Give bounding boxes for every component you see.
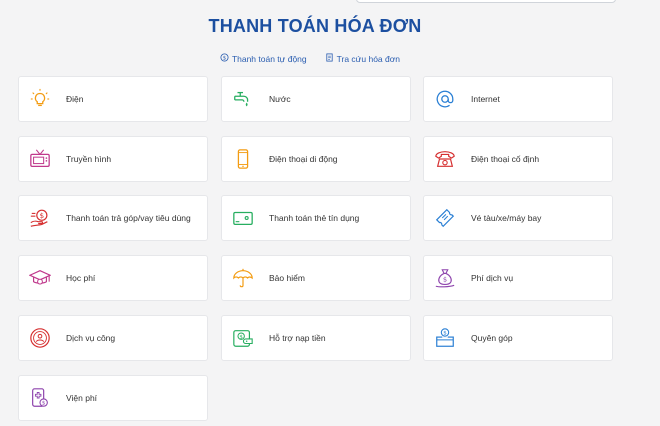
service-television[interactable]: Truyền hình <box>18 136 208 182</box>
service-label: Nước <box>269 94 291 104</box>
service-public-service[interactable]: Dịch vụ công <box>18 315 208 361</box>
service-label: Điện thoại di động <box>269 154 338 164</box>
service-label: Hỗ trợ nạp tiền <box>269 333 326 343</box>
service-label: Điện <box>66 94 84 104</box>
search-input[interactable] <box>356 0 616 3</box>
mobile-phone-icon <box>231 147 255 171</box>
money-bag-icon: $ <box>433 266 457 290</box>
ticket-icon <box>433 206 457 230</box>
auto-payment-label: Thanh toán tự động <box>231 53 307 64</box>
svg-text:$: $ <box>239 334 243 340</box>
credit-card-icon <box>231 206 255 230</box>
service-insurance[interactable]: Bảo hiểm <box>221 255 411 301</box>
service-mobile-phone[interactable]: Điện thoại di động <box>221 136 411 182</box>
service-hospital-fee[interactable]: $ Viện phí <box>18 375 208 421</box>
hospital-bill-icon: $ <box>28 386 52 410</box>
donation-box-icon: $ <box>433 326 457 350</box>
wallet-topup-icon: $ <box>231 326 255 350</box>
bill-lookup-link[interactable]: Tra cứu hóa đơn <box>325 53 400 64</box>
svg-text:$: $ <box>443 331 447 337</box>
water-tap-icon <box>231 87 255 111</box>
tv-icon <box>28 147 52 171</box>
service-label: Viện phí <box>66 393 98 403</box>
service-label: Quyên góp <box>471 333 513 343</box>
service-credit-card[interactable]: Thanh toán thẻ tín dụng <box>221 195 411 241</box>
auto-payment-link[interactable]: $ Thanh toán tự động <box>220 53 307 64</box>
loan-hand-icon: $ <box>28 206 52 230</box>
service-label: Học phí <box>66 273 96 283</box>
umbrella-icon <box>231 266 255 290</box>
service-label: Internet <box>471 94 500 104</box>
refresh-dollar-icon: $ <box>220 53 229 64</box>
service-tuition[interactable]: Học phí <box>18 255 208 301</box>
service-label: Phí dịch vụ <box>471 273 514 283</box>
service-label: Dịch vụ công <box>66 333 116 343</box>
page-title: THANH TOÁN HÓA ĐƠN <box>208 16 422 36</box>
service-label: Vé tàu/xe/máy bay <box>471 213 542 223</box>
service-water[interactable]: Nước <box>221 76 411 122</box>
service-label: Thanh toán trả góp/vay tiêu dùng <box>66 213 191 223</box>
svg-text:$: $ <box>443 276 447 284</box>
service-electricity[interactable]: Điện <box>18 76 208 122</box>
service-topup-support[interactable]: $ Hỗ trợ nạp tiền <box>221 315 411 361</box>
service-label: Thanh toán thẻ tín dụng <box>269 213 360 223</box>
service-donation[interactable]: $ Quyên góp <box>423 315 613 361</box>
service-installment-loan[interactable]: $ Thanh toán trả góp/vay tiêu dùng <box>18 195 208 241</box>
document-icon <box>325 53 334 64</box>
at-sign-icon <box>433 87 457 111</box>
service-service-fee[interactable]: $ Phí dịch vụ <box>423 255 613 301</box>
svg-text:$: $ <box>42 401 46 407</box>
graduation-cap-icon <box>28 266 52 290</box>
service-landline-phone[interactable]: Điện thoại cố định <box>423 136 613 182</box>
public-service-icon <box>28 326 52 350</box>
quick-links: $ Thanh toán tự động Tra cứu hóa đơn <box>0 53 620 64</box>
service-label: Bảo hiểm <box>269 273 305 283</box>
service-label: Điện thoại cố định <box>471 154 540 164</box>
service-ticket[interactable]: Vé tàu/xe/máy bay <box>423 195 613 241</box>
bill-lookup-label: Tra cứu hóa đơn <box>336 53 401 64</box>
svg-text:$: $ <box>223 55 226 61</box>
svg-text:$: $ <box>39 211 44 220</box>
lightbulb-icon <box>28 87 52 111</box>
service-label: Truyền hình <box>66 154 112 164</box>
service-internet[interactable]: Internet <box>423 76 613 122</box>
landline-phone-icon <box>433 147 457 171</box>
